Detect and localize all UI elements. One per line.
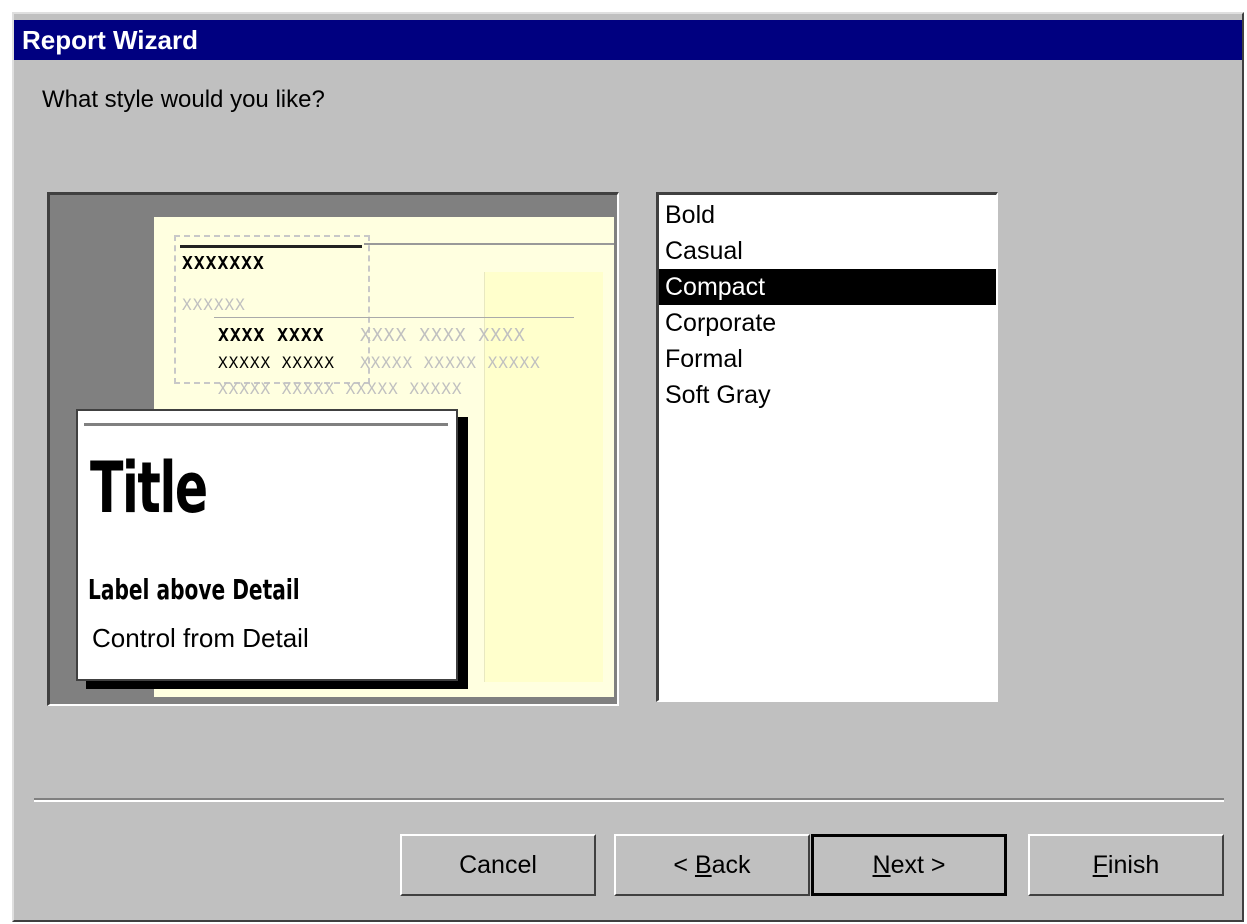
style-listbox[interactable]: Bold Casual Compact Corporate Formal Sof… — [656, 192, 998, 702]
preview-sample-row1-faint: XXXX XXXX XXXX — [360, 325, 526, 346]
next-button-rest: ext > — [890, 850, 946, 879]
style-item-formal[interactable]: Formal — [659, 341, 996, 377]
callout-control: Control from Detail — [92, 623, 309, 653]
button-separator — [34, 798, 1224, 802]
style-item-soft-gray[interactable]: Soft Gray — [659, 377, 996, 413]
preview-sample-row3-faint: XXXXX XXXXX XXXXX XXXXX — [218, 379, 463, 398]
finish-button[interactable]: Finish — [1028, 834, 1224, 896]
cancel-button[interactable]: Cancel — [400, 834, 596, 896]
back-button-prefix: < — [673, 850, 695, 879]
callout-rule — [84, 423, 448, 426]
back-button-mnemonic: B — [694, 850, 712, 879]
next-button[interactable]: Next > — [811, 834, 1007, 896]
style-item-compact[interactable]: Compact — [659, 269, 996, 305]
preview-row-rule — [214, 317, 574, 318]
next-button-mnemonic: N — [872, 850, 891, 879]
finish-button-mnemonic: F — [1092, 850, 1108, 879]
style-prompt: What style would you like? — [42, 86, 325, 113]
preview-sample-header: XXXXXXX — [182, 253, 265, 274]
style-item-corporate[interactable]: Corporate — [659, 305, 996, 341]
report-wizard-dialog: Report Wizard What style would you like?… — [12, 12, 1244, 922]
preview-sample-row1: XXXX XXXX — [218, 325, 325, 346]
preview-sample-row2-faint: XXXXX XXXXX XXXXX — [360, 353, 541, 372]
callout-label: Label above Detail — [88, 573, 300, 606]
style-item-bold[interactable]: Bold — [659, 197, 996, 233]
preview-sample-row2: XXXXX XXXXX — [218, 353, 335, 372]
preview-rule — [364, 243, 614, 245]
style-preview: XXXXXXX XXXXXX XXXX XXXX XXXX XXXX XXXX … — [47, 192, 619, 706]
back-button[interactable]: < Back — [614, 834, 810, 896]
finish-button-rest: inish — [1107, 850, 1160, 879]
preview-callout: Title Label above Detail Control from De… — [76, 409, 458, 681]
preview-sample-faint-header: XXXXXX — [182, 295, 246, 314]
title-bar[interactable]: Report Wizard — [14, 20, 1242, 60]
back-button-rest: ack — [711, 850, 751, 879]
callout-title: Title — [90, 447, 208, 529]
style-item-casual[interactable]: Casual — [659, 233, 996, 269]
